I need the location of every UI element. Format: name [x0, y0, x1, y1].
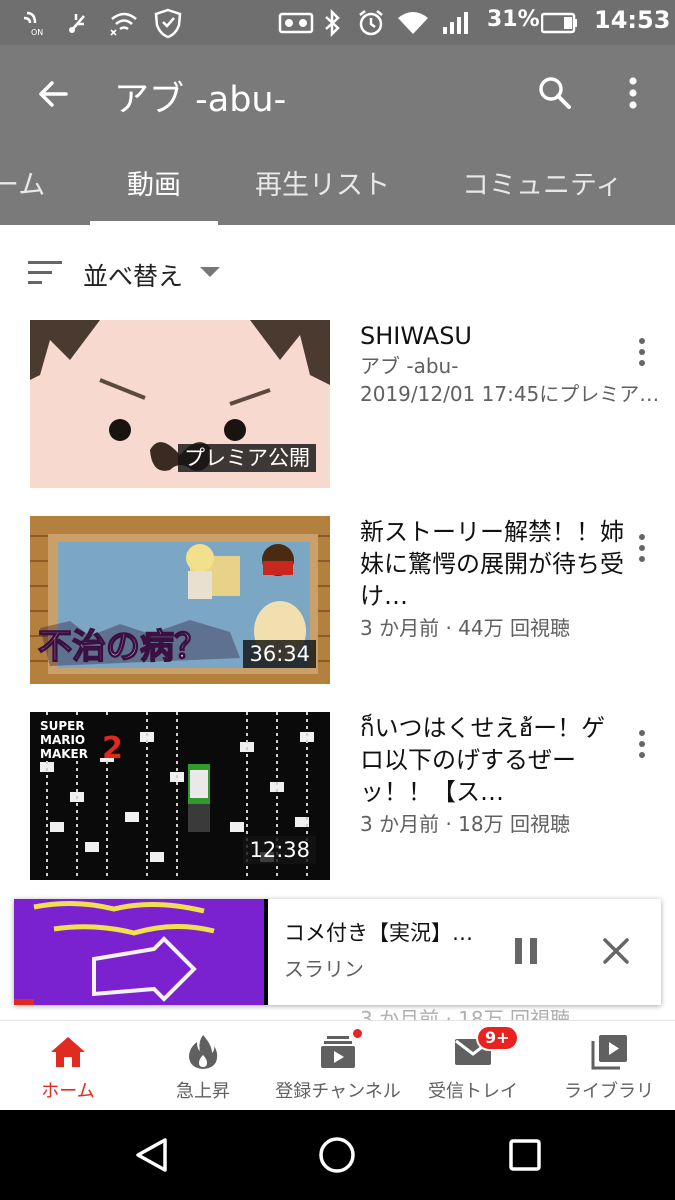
app-notification-icon — [276, 8, 316, 38]
premiere-badge: プレミア公開 — [178, 444, 316, 472]
search-icon — [539, 77, 571, 109]
nav-subscriptions[interactable]: 登録チャンネル — [268, 1021, 408, 1111]
square-recents-icon — [509, 1139, 541, 1171]
pause-button[interactable] — [504, 929, 548, 973]
nav-label: ホーム — [41, 1081, 95, 1102]
sort-label: 並べ替え — [83, 262, 184, 291]
pause-icon — [515, 938, 537, 964]
video-duration: 36:34 — [243, 640, 316, 668]
app-bar: アブ -abu- ーム 動画 再生リスト コミュニティ — [0, 45, 675, 225]
close-icon — [603, 938, 629, 964]
video-title: SHIWASU — [360, 322, 472, 350]
video-meta: 3 か月前 · 18万 回視聴 — [360, 812, 570, 836]
nav-library[interactable]: ライブラリ — [556, 1021, 662, 1111]
tab-playlists[interactable]: 再生リスト — [255, 163, 390, 202]
video-menu-button[interactable] — [630, 528, 654, 568]
nfc-icon: ON — [20, 8, 50, 38]
nav-trending[interactable]: 急上昇 — [155, 1021, 251, 1111]
system-navigation-bar — [0, 1110, 675, 1200]
usb-icon — [64, 8, 94, 38]
nav-inbox[interactable]: 9+ 受信トレイ — [420, 1021, 526, 1111]
bluetooth-icon — [320, 8, 344, 38]
video-thumbnail[interactable]: プレミア公開 — [30, 320, 330, 488]
signal-icon — [440, 8, 470, 38]
mini-player-channel: スラリン — [284, 957, 364, 981]
video-item[interactable]: 不治の病？ 36:34 新ストーリー解禁！！姉妹に驚愕の展開が待ち受け… 3 か… — [0, 516, 675, 686]
alarm-icon — [356, 8, 386, 38]
system-recents-button[interactable] — [502, 1132, 548, 1178]
clock: 14:53 — [594, 6, 671, 34]
tab-indicator — [90, 221, 218, 225]
inbox-badge: 9+ — [476, 1025, 519, 1051]
mini-player-thumbnail[interactable] — [14, 899, 268, 1005]
svg-text:MAKER: MAKER — [40, 747, 88, 761]
triangle-back-icon — [136, 1138, 167, 1172]
shield-icon — [150, 8, 186, 39]
circle-home-icon — [319, 1137, 355, 1173]
channel-title: アブ -abu- — [114, 80, 287, 120]
back-button[interactable] — [26, 67, 80, 121]
arrow-left-icon — [39, 81, 68, 107]
more-options-button[interactable] — [610, 65, 656, 121]
mini-player[interactable]: コメ付き【実況】… スラリン — [14, 899, 661, 1005]
battery-icon — [540, 8, 578, 38]
video-channel: アブ -abu- — [360, 354, 459, 378]
dropdown-caret-icon — [200, 267, 220, 277]
bottom-navigation: ホーム 急上昇 登録チャンネル 9+ 受信トレイ ライブラリ — [0, 1020, 675, 1110]
sort-button[interactable]: 並べ替え — [0, 245, 675, 301]
more-vert-icon — [639, 338, 645, 366]
channel-tabs: ーム 動画 再生リスト コミュニティ — [0, 145, 675, 225]
wifi-off-icon — [108, 8, 140, 38]
home-icon — [49, 1033, 87, 1071]
nav-label: 受信トレイ — [428, 1081, 518, 1102]
video-meta: 3 か月前 · 44万 回視聴 — [360, 616, 570, 640]
nav-label: 急上昇 — [176, 1081, 230, 1102]
wifi-icon — [396, 8, 430, 38]
subscriptions-icon — [320, 1027, 364, 1071]
nav-label: 登録チャンネル — [275, 1081, 401, 1102]
video-menu-button[interactable] — [630, 724, 654, 764]
video-thumbnail[interactable]: SUPER MARIO MAKER 2 12:38 — [30, 712, 330, 880]
sort-icon — [28, 261, 62, 284]
video-item[interactable]: プレミア公開 SHIWASU アブ -abu- 2019/12/01 17:45… — [0, 320, 675, 490]
tab-home[interactable]: ーム — [0, 163, 45, 202]
tab-community[interactable]: コミュニティ — [462, 163, 622, 202]
video-title: ก็いつはくせえฮ้ー！ゲロ以下のげするぜーッ！！【ス… — [360, 714, 606, 806]
mini-player-title: コメ付き【実況】… — [284, 921, 473, 945]
nav-label: ライブラリ — [564, 1081, 654, 1102]
system-home-button[interactable] — [314, 1132, 360, 1178]
thumbnail-caption: 不治の病？ — [38, 627, 208, 667]
battery-percent: 31% — [487, 7, 540, 32]
svg-text:2: 2 — [102, 731, 123, 766]
video-thumbnail[interactable]: 不治の病？ 36:34 — [30, 516, 330, 684]
video-premiere-date: 2019/12/01 17:45にプレミア… — [360, 382, 660, 406]
search-button[interactable] — [527, 65, 583, 121]
more-vert-icon — [639, 730, 645, 758]
library-icon — [590, 1033, 628, 1071]
video-item[interactable]: SUPER MARIO MAKER 2 12:38 ก็いつはくせえฮ้ー！ゲロ… — [0, 712, 675, 882]
flame-icon — [188, 1033, 218, 1071]
svg-text:SUPER: SUPER — [40, 719, 85, 733]
more-vert-icon — [639, 534, 645, 562]
more-vert-icon — [629, 77, 637, 109]
video-duration: 12:38 — [243, 836, 316, 864]
svg-text:MARIO: MARIO — [40, 733, 85, 747]
notification-dot — [351, 1027, 364, 1040]
svg-text:ON: ON — [31, 28, 43, 37]
close-button[interactable] — [594, 929, 638, 973]
tab-videos[interactable]: 動画 — [127, 163, 181, 202]
inbox-icon: 9+ — [454, 1025, 519, 1071]
video-menu-button[interactable] — [630, 332, 654, 372]
video-title: 新ストーリー解禁！！姉妹に驚愕の展開が待ち受け… — [360, 518, 624, 610]
nav-home[interactable]: ホーム — [20, 1021, 116, 1111]
system-back-button[interactable] — [128, 1132, 174, 1178]
status-bar: ON 31% 14:53 — [0, 0, 675, 45]
